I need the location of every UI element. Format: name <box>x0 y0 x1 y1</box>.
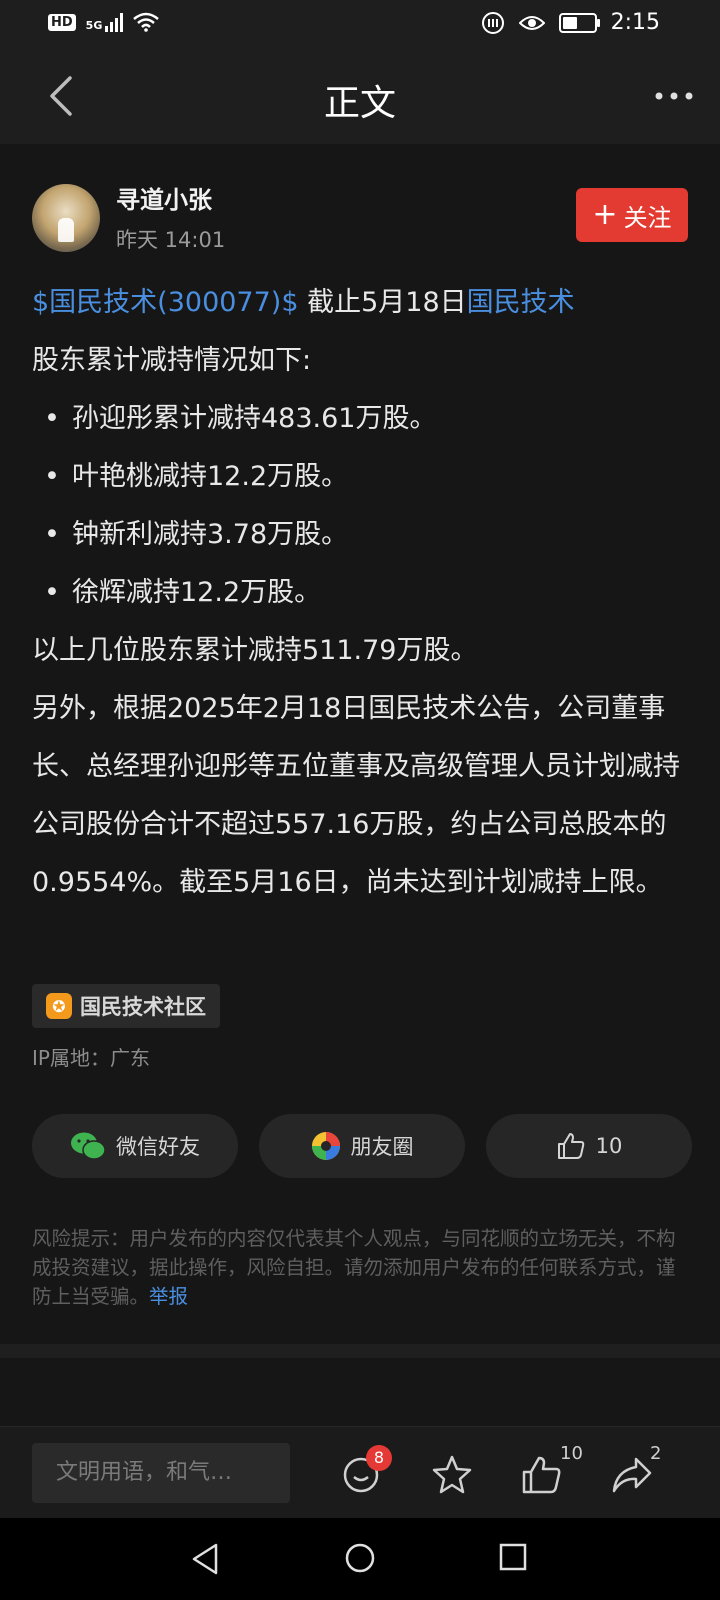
share-count: 2 <box>650 1443 662 1464</box>
more-icon[interactable] <box>654 90 694 102</box>
post-content: $国民技术(300077)$ 截止5月18日国民技术 股东累计减持情况如下: •… <box>32 274 692 912</box>
thumbs-up-icon[interactable] <box>520 1453 564 1497</box>
stock-link[interactable]: $国民技术(300077)$ <box>32 287 299 318</box>
list-item: • 孙迎彤累计减持483.61万股。 <box>44 403 437 434</box>
battery-icon <box>558 12 600 33</box>
comment-count-badge: 8 <box>366 1445 392 1471</box>
like-button[interactable]: 10 <box>486 1114 692 1178</box>
bottom-action-bar: 文明用语，和气… 8 10 2 <box>0 1426 720 1519</box>
avatar[interactable] <box>32 184 100 252</box>
list-item: • 叶艳桃减持12.2万股。 <box>44 461 349 492</box>
divider <box>0 1344 720 1358</box>
list-item: • 徐辉减持12.2万股。 <box>44 577 322 608</box>
comment-input[interactable]: 文明用语，和气… <box>32 1443 290 1503</box>
report-link[interactable]: 举报 <box>149 1285 188 1308</box>
share-wechat-label: 微信好友 <box>116 1135 200 1159</box>
like-count: 10 <box>595 1134 623 1158</box>
nav-back-icon[interactable] <box>190 1542 220 1576</box>
content-summary: 以上几位股东累计减持511.79万股。 <box>32 635 478 666</box>
plus-icon: + <box>592 197 618 232</box>
wifi-icon <box>133 12 160 32</box>
risk-disclaimer: 风险提示：用户发布的内容仅代表其个人观点，与同花顺的立场无关，不构成投资建议，据… <box>32 1227 676 1308</box>
follow-label: 关注 <box>623 203 672 232</box>
content-line-1: $国民技术(300077)$ 截止5月18日国民技术 <box>32 274 692 332</box>
like-count: 10 <box>560 1443 583 1464</box>
share-wechat-button[interactable]: 微信好友 <box>32 1114 238 1178</box>
status-time: 2:15 <box>610 10 660 35</box>
moments-icon <box>311 1132 340 1160</box>
nav-home-icon[interactable] <box>344 1542 376 1574</box>
share-row: 微信好友 朋友圈 10 <box>32 1114 692 1178</box>
system-nav-bar <box>0 1518 720 1600</box>
follow-button[interactable]: + 关注 <box>576 188 688 242</box>
community-icon: ✪ <box>46 993 72 1019</box>
list-item: • 钟新利减持3.78万股。 <box>44 519 349 550</box>
status-bar: HD 5G 2:15 <box>0 0 720 48</box>
share-moments-button[interactable]: 朋友圈 <box>259 1114 465 1178</box>
author-name[interactable]: 寻道小张 <box>116 180 212 215</box>
share-icon[interactable] <box>610 1453 654 1497</box>
page-title: 正文 <box>323 83 396 124</box>
content-text: 截止5月18日 <box>298 287 467 318</box>
company-link[interactable]: 国民技术 <box>467 287 575 318</box>
hd-indicator: HD <box>48 13 76 31</box>
post-timestamp: 昨天 14:01 <box>116 228 226 252</box>
eye-icon <box>518 15 545 30</box>
thumbs-up-icon <box>557 1133 584 1159</box>
ip-location: IP属地：广东 <box>32 1046 150 1070</box>
signal-icon: 5G <box>86 12 124 32</box>
nav-bar: 正文 <box>0 48 720 144</box>
topic-tag[interactable]: ✪ 国民技术社区 <box>32 984 220 1028</box>
share-moments-label: 朋友圈 <box>350 1135 414 1159</box>
content-paragraph: 另外，根据2025年2月18日国民技术公告，公司董事长、总经理孙迎彤等五位董事及… <box>32 693 680 898</box>
content-line-2: 股东累计减持情况如下: <box>32 345 312 376</box>
wechat-icon <box>71 1132 106 1160</box>
star-icon[interactable] <box>430 1453 474 1497</box>
nfc-icon <box>481 11 504 34</box>
nav-recents-icon[interactable] <box>498 1542 528 1572</box>
topic-label: 国民技术社区 <box>80 995 206 1019</box>
